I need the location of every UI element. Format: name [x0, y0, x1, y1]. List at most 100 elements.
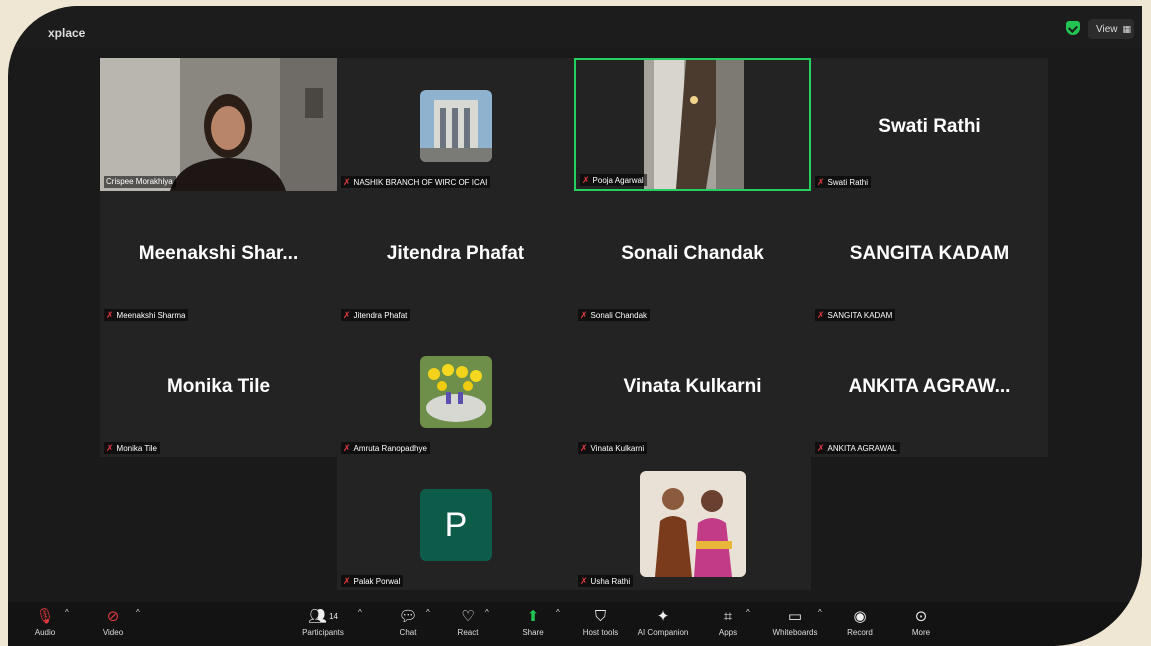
participant-tile[interactable]: ✗ Amruta Ranopadhye — [337, 324, 574, 457]
participant-name-label: ✗ ANKITA AGRAWAL — [815, 442, 900, 454]
more-label: More — [911, 628, 931, 637]
participant-tile[interactable]: Crispee Morakhiya — [100, 58, 337, 191]
video-options-caret-icon[interactable]: ^ — [136, 608, 140, 617]
share-button[interactable]: ⬆ Share — [518, 608, 548, 637]
participants-caret-icon[interactable]: ^ — [358, 608, 362, 617]
video-label: Video — [102, 628, 124, 637]
record-label: Record — [847, 628, 873, 637]
participant-tile[interactable]: ✗ Usha Rathi — [574, 457, 811, 590]
more-button[interactable]: ⊙ More — [906, 608, 936, 637]
muted-mic-icon: ✗ — [106, 443, 114, 453]
participant-initial-avatar: P — [420, 489, 492, 561]
chat-caret-icon[interactable]: ^ — [426, 608, 430, 617]
audio-label: Audio — [34, 628, 56, 637]
participant-display-name: Monika Tile — [166, 376, 271, 397]
host-tools-button[interactable]: ⛉ Host tools — [578, 608, 623, 637]
participants-icon: 👥︎ 14 — [308, 608, 338, 625]
participant-name-label: ✗ Palak Porwal — [341, 575, 404, 587]
share-label: Share — [522, 628, 544, 637]
participant-name-label: ✗ Swati Rathi — [815, 176, 872, 188]
participant-name-label: ✗ Monika Tile — [104, 442, 161, 454]
participant-tile[interactable]: Monika Tile ✗ Monika Tile — [100, 324, 337, 457]
muted-mic-icon: ✗ — [580, 310, 588, 320]
participant-tile[interactable]: SANGITA KADAM ✗ SANGITA KADAM — [811, 191, 1048, 324]
participant-name-label: ✗ Meenakshi Sharma — [104, 309, 189, 321]
muted-mic-icon: ✗ — [343, 576, 351, 586]
apps-button[interactable]: ⌗ Apps — [713, 608, 743, 637]
participant-name-label: ✗ Pooja Agarwal — [580, 174, 647, 186]
muted-mic-icon: ✗ — [580, 443, 588, 453]
participant-name-label: ✗ SANGITA KADAM — [815, 309, 896, 321]
muted-microphone-icon: 🎙︎ — [35, 608, 55, 625]
record-icon: ◉ — [853, 608, 867, 625]
apps-label: Apps — [718, 628, 738, 637]
muted-mic-icon: ✗ — [582, 175, 590, 185]
meeting-toolbar: 🎙︎ Audio ^ ⊘ Video ^ 👥︎ 14 Participants ^… — [8, 602, 1142, 646]
participant-display-name: Swati Rathi — [878, 116, 981, 137]
participant-display-name: Sonali Chandak — [621, 243, 764, 264]
muted-mic-icon: ✗ — [343, 310, 351, 320]
security-shield-icon[interactable] — [1066, 21, 1080, 35]
ai-companion-button[interactable]: ✦ AI Companion — [633, 608, 693, 637]
participant-name-label: ✗ Amruta Ranopadhye — [341, 442, 430, 454]
participant-tile[interactable]: Sonali Chandak ✗ Sonali Chandak — [574, 191, 811, 324]
participant-tile[interactable]: Vinata Kulkarni ✗ Vinata Kulkarni — [574, 324, 811, 457]
participant-tile-active-speaker[interactable]: ✗ Pooja Agarwal — [574, 58, 811, 191]
participant-name-label: ✗ Jitendra Phafat — [341, 309, 411, 321]
whiteboards-caret-icon[interactable]: ^ — [818, 608, 822, 617]
video-off-icon: ⊘ — [106, 608, 120, 625]
share-caret-icon[interactable]: ^ — [556, 608, 560, 617]
audio-options-caret-icon[interactable]: ^ — [65, 608, 69, 617]
view-label: View — [1096, 24, 1118, 35]
record-button[interactable]: ◉ Record — [843, 608, 877, 637]
whiteboards-label: Whiteboards — [772, 628, 818, 637]
participant-video — [576, 60, 809, 189]
view-button[interactable]: View ▦ — [1088, 19, 1134, 39]
participant-display-name: Vinata Kulkarni — [623, 376, 762, 397]
muted-mic-icon: ✗ — [106, 310, 114, 320]
video-button[interactable]: ⊘ Video — [98, 608, 128, 637]
meeting-window: xplace View ▦ Crispee Morakhiya ✗ NASHIK… — [8, 6, 1142, 646]
participant-tile[interactable]: Meenakshi Shar... ✗ Meenakshi Sharma — [100, 191, 337, 324]
participant-avatar-image — [420, 90, 492, 162]
whiteboards-button[interactable]: ▭ Whiteboards — [766, 608, 824, 637]
participant-avatar-image — [420, 356, 492, 428]
participant-tile[interactable]: ✗ NASHIK BRANCH OF WIRC OF ICAI — [337, 58, 574, 191]
title-bar: xplace View ▦ — [8, 6, 1142, 48]
muted-mic-icon: ✗ — [817, 177, 825, 187]
muted-mic-icon: ✗ — [343, 177, 351, 187]
host-tools-label: Host tools — [582, 628, 619, 637]
participant-name-label: ✗ Vinata Kulkarni — [578, 442, 648, 454]
react-button[interactable]: ♡ React — [453, 608, 483, 637]
participant-name-label: Crispee Morakhiya — [104, 176, 176, 188]
muted-mic-icon: ✗ — [817, 310, 825, 320]
sparkle-icon: ✦ — [656, 608, 670, 625]
chat-button[interactable]: 💬︎ Chat — [393, 608, 423, 637]
participant-tile[interactable]: P ✗ Palak Porwal — [337, 457, 574, 590]
react-label: React — [457, 628, 479, 637]
participant-display-name: SANGITA KADAM — [849, 243, 1010, 264]
participant-tile[interactable]: Jitendra Phafat ✗ Jitendra Phafat — [337, 191, 574, 324]
participant-name-label: ✗ NASHIK BRANCH OF WIRC OF ICAI — [341, 176, 491, 188]
heart-icon: ♡ — [461, 608, 475, 625]
participants-count: 14 — [329, 612, 338, 621]
participant-avatar-image — [640, 471, 746, 577]
participants-button[interactable]: 👥︎ 14 Participants — [298, 608, 348, 637]
grid-view-icon: ▦ — [1122, 24, 1132, 34]
participant-display-name: ANKITA AGRAW... — [848, 376, 1011, 397]
chat-label: Chat — [399, 628, 417, 637]
participant-display-name: Meenakshi Shar... — [138, 243, 299, 264]
audio-button[interactable]: 🎙︎ Audio — [30, 608, 60, 637]
apps-icon: ⌗ — [723, 608, 733, 625]
participant-tile[interactable]: ANKITA AGRAW... ✗ ANKITA AGRAWAL — [811, 324, 1048, 457]
whiteboard-icon: ▭ — [787, 608, 803, 625]
ai-companion-label: AI Companion — [637, 628, 689, 637]
app-title: xplace — [48, 26, 86, 40]
muted-mic-icon: ✗ — [343, 443, 351, 453]
more-dots-icon: ⊙ — [914, 608, 928, 625]
participant-tile[interactable]: Swati Rathi ✗ Swati Rathi — [811, 58, 1048, 191]
apps-caret-icon[interactable]: ^ — [746, 608, 750, 617]
participants-label: Participants — [302, 628, 344, 637]
react-caret-icon[interactable]: ^ — [485, 608, 489, 617]
participant-video — [100, 58, 337, 191]
